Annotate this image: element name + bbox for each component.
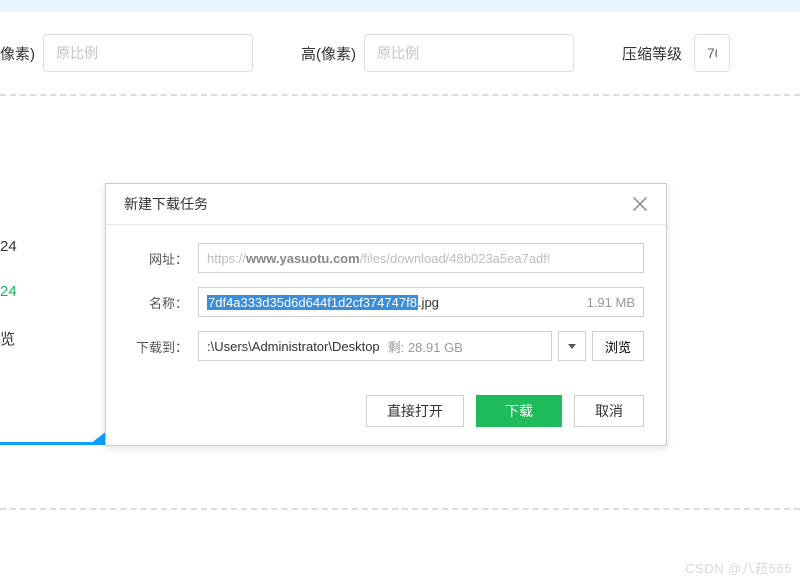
top-strip — [0, 0, 800, 12]
divider-bottom — [0, 508, 800, 510]
url-row: 网址： https://www.yasuotu.com/files/downlo… — [128, 243, 644, 273]
saveto-row: 下载到： :\Users\Administrator\Desktop 剩: 28… — [128, 331, 644, 361]
divider-top — [0, 94, 800, 96]
height-input[interactable] — [364, 34, 574, 72]
name-ext: .jpg — [418, 295, 439, 310]
compress-level-input[interactable] — [694, 34, 730, 72]
url-suffix: /files/download/48b023a5ea7adf! — [360, 251, 551, 266]
cancel-button[interactable]: 取消 — [574, 395, 644, 427]
name-row: 名称： 7df4a333d35d6d644f1d2cf374747f8.jpg … — [128, 287, 644, 317]
saveto-path: :\Users\Administrator\Desktop — [207, 339, 380, 354]
dialog-body: 网址： https://www.yasuotu.com/files/downlo… — [106, 225, 666, 383]
left-fragments: 24 24 览 — [0, 220, 50, 377]
compress-level-label: 压缩等级 — [622, 43, 682, 64]
options-row: 像素) 高(像素) 压缩等级 — [0, 12, 800, 94]
open-button[interactable]: 直接打开 — [366, 395, 464, 427]
close-icon[interactable] — [630, 194, 650, 214]
frag-1: 24 — [0, 238, 50, 255]
url-host: www.yasuotu.com — [246, 251, 360, 266]
saveto-dropdown-button[interactable] — [558, 331, 586, 361]
file-size: 1.91 MB — [579, 295, 635, 310]
saveto-remain: 剩: 28.91 GB — [388, 337, 463, 356]
dialog-footer: 直接打开 下载 取消 — [106, 383, 666, 445]
url-input[interactable]: https://www.yasuotu.com/files/download/4… — [198, 243, 644, 273]
frag-3: 览 — [0, 328, 50, 349]
browse-button[interactable]: 浏览 — [592, 331, 644, 361]
name-base-selected: 7df4a333d35d6d644f1d2cf374747f8 — [207, 295, 418, 310]
frag-2: 24 — [0, 283, 50, 300]
watermark: CSDN @八菈565 — [685, 558, 792, 577]
download-button[interactable]: 下载 — [476, 395, 562, 427]
width-input[interactable] — [43, 34, 253, 72]
saveto-label: 下载到： — [128, 337, 188, 356]
url-prefix: https:// — [207, 251, 246, 266]
url-label: 网址： — [128, 249, 188, 268]
name-label: 名称： — [128, 293, 188, 312]
saveto-input[interactable]: :\Users\Administrator\Desktop 剩: 28.91 G… — [198, 331, 552, 361]
name-input[interactable]: 7df4a333d35d6d644f1d2cf374747f8.jpg 1.91… — [198, 287, 644, 317]
height-label: 高(像素) — [301, 43, 356, 64]
download-dialog: 新建下载任务 网址： https://www.yasuotu.com/files… — [105, 183, 667, 446]
dialog-header: 新建下载任务 — [106, 184, 666, 225]
pixel-label-left: 像素) — [0, 43, 35, 64]
dialog-title: 新建下载任务 — [124, 194, 208, 214]
